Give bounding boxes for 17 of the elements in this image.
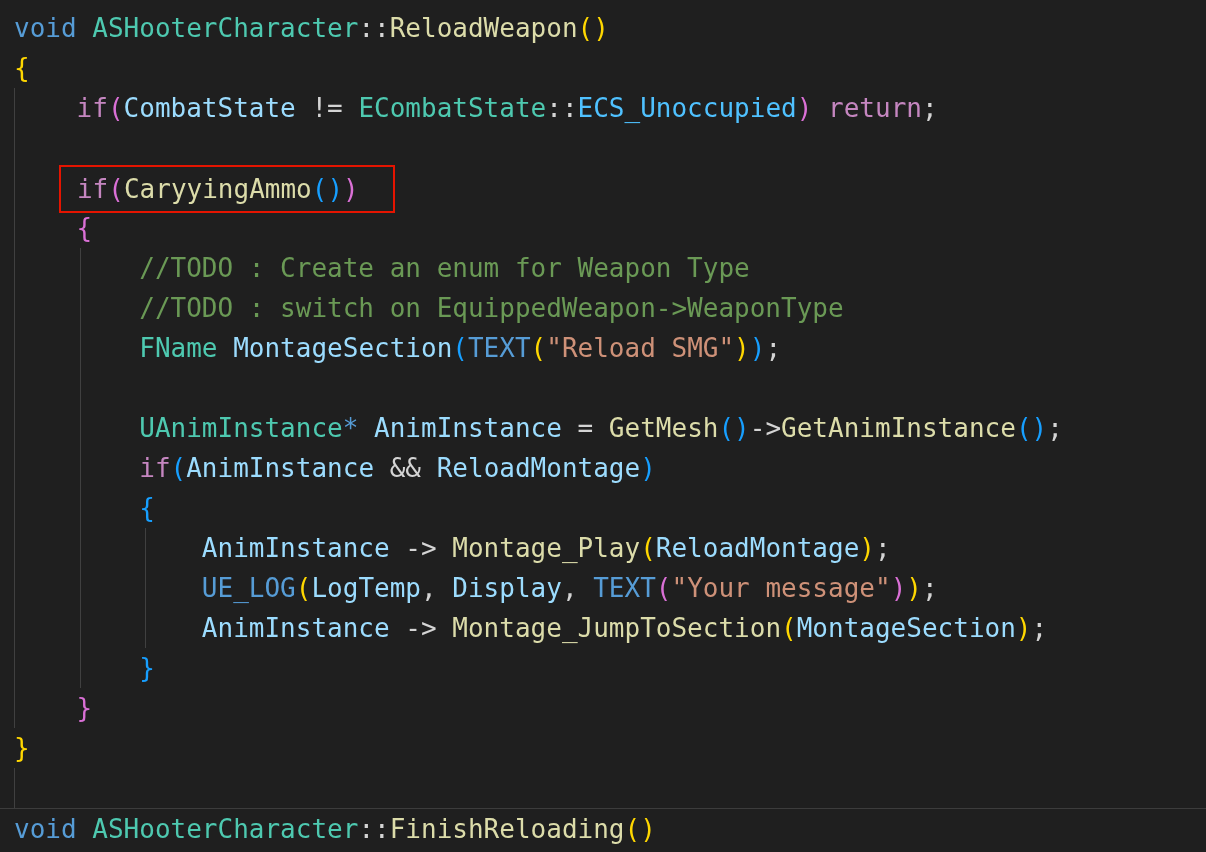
code-line: //TODO : switch on EquippedWeapon->WeaponType	[138, 293, 844, 323]
code-line: AnimInstance -> Montage_Play(ReloadMontage);	[200, 533, 891, 563]
code-line: UE_LOG(LogTemp, Display, TEXT("Your message"));	[200, 573, 938, 603]
code-line: if(CombatState != ECombatState::ECS_Unoccupied) return;	[75, 93, 938, 123]
code-line: if(AnimInstance && ReloadMontage)	[138, 453, 656, 483]
code-line: void ASHooterCharacter::ReloadWeapon()	[14, 13, 609, 43]
code-line: }	[138, 653, 155, 683]
code-line: FName MontageSection(TEXT("Reload SMG"));	[138, 333, 782, 363]
code-line: }	[14, 733, 30, 763]
code-line: {	[75, 213, 93, 243]
code-line: {	[14, 53, 30, 83]
code-line: UAnimInstance* AnimInstance = GetMesh()->GetAnimInstance();	[138, 413, 1063, 443]
code-line: {	[138, 493, 155, 523]
code-line: //TODO : Create an enum for Weapon Type	[138, 253, 750, 283]
code-line: void ASHooterCharacter::FinishReloading()	[14, 814, 656, 844]
code-line: AnimInstance -> Montage_JumpToSection(MontageSection);	[200, 613, 1048, 643]
code-line: }	[75, 693, 93, 723]
